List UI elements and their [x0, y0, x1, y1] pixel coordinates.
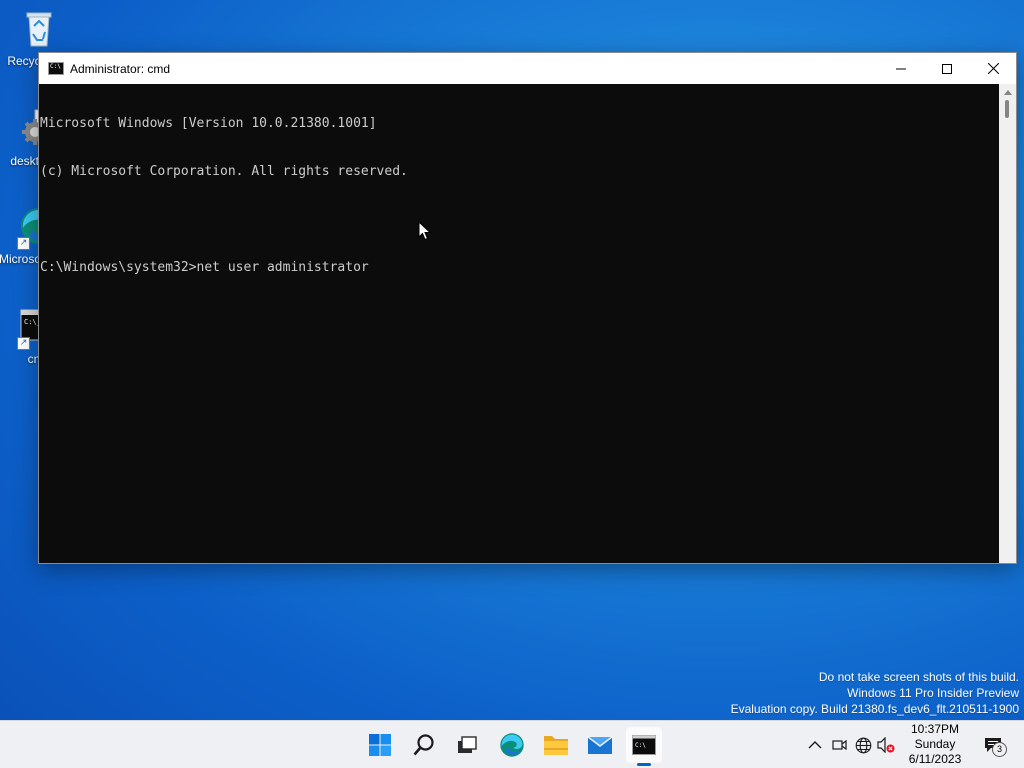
console-output: Microsoft Windows [Version 10.0.21380.10… [40, 84, 998, 308]
taskbar: C:\ 10:37PM Sunday 6/11/2023 [0, 720, 1024, 768]
windows-logo-icon [369, 734, 391, 756]
recycle-bin-icon [19, 8, 59, 48]
task-view-button[interactable] [449, 727, 485, 763]
task-view-icon [458, 736, 477, 753]
clock-day: Sunday [914, 737, 956, 751]
shortcut-arrow-icon: ↗ [17, 237, 30, 250]
minimize-button[interactable] [878, 53, 924, 84]
cmd-window[interactable]: Administrator: cmd Microsoft Windows [Ve… [38, 52, 1017, 564]
search-button[interactable] [406, 727, 442, 763]
console-line: Microsoft Windows [Version 10.0.21380.10… [40, 116, 377, 131]
caption-buttons [878, 53, 1016, 84]
mail-icon [587, 736, 613, 754]
svg-text:C:\: C:\ [635, 742, 646, 749]
cmd-taskbar-button[interactable]: C:\ [626, 727, 662, 766]
watermark-line: Windows 11 Pro Insider Preview [847, 686, 1019, 700]
cmd-icon [48, 62, 64, 75]
start-button[interactable] [362, 727, 398, 763]
search-icon [413, 734, 434, 756]
close-button[interactable] [970, 53, 1016, 84]
scroll-up-arrow-icon[interactable] [999, 86, 1016, 98]
window-title: Administrator: cmd [70, 61, 171, 76]
volume-button[interactable] [876, 735, 896, 755]
build-watermark: Do not take screen shots of this build. … [731, 669, 1019, 717]
mail-button[interactable] [582, 727, 618, 763]
clock-date: 6/11/2023 [908, 752, 962, 766]
folder-icon [544, 736, 568, 755]
network-button[interactable] [853, 735, 873, 755]
maximize-button[interactable] [924, 53, 970, 84]
cmd-icon: C:\ [632, 735, 656, 755]
close-icon [987, 63, 999, 74]
mouse-pointer-icon [418, 221, 431, 241]
minimize-icon [896, 68, 906, 69]
meet-now-icon [832, 739, 847, 751]
vertical-scrollbar[interactable] [999, 84, 1016, 563]
clock-time: 10:37PM [910, 722, 960, 736]
meet-now-button[interactable] [829, 735, 849, 755]
file-explorer-button[interactable] [538, 727, 574, 763]
chevron-up-icon [808, 741, 822, 749]
console-area[interactable]: Microsoft Windows [Version 10.0.21380.10… [39, 84, 1016, 563]
show-hidden-icons-button[interactable] [805, 735, 825, 755]
active-app-indicator [637, 763, 651, 766]
shortcut-arrow-icon: ↗ [17, 337, 30, 350]
console-line: (c) Microsoft Corporation. All rights re… [40, 164, 408, 179]
edge-icon [500, 733, 524, 757]
edge-taskbar-button[interactable] [494, 727, 530, 763]
speaker-muted-icon [877, 737, 895, 753]
window-titlebar[interactable]: Administrator: cmd [39, 53, 1016, 84]
globe-icon [855, 737, 871, 753]
maximize-icon [942, 63, 952, 74]
watermark-line: Evaluation copy. Build 21380.fs_dev6_flt… [730, 702, 1019, 716]
watermark-line: Do not take screen shots of this build. [818, 670, 1019, 684]
taskbar-clock[interactable]: 10:37PM Sunday 6/11/2023 [902, 722, 968, 767]
notification-count-badge: 3 [992, 742, 1007, 757]
scrollbar-thumb[interactable] [1005, 100, 1009, 118]
console-prompt-line[interactable]: C:\Windows\system32>net user administrat… [40, 260, 998, 276]
